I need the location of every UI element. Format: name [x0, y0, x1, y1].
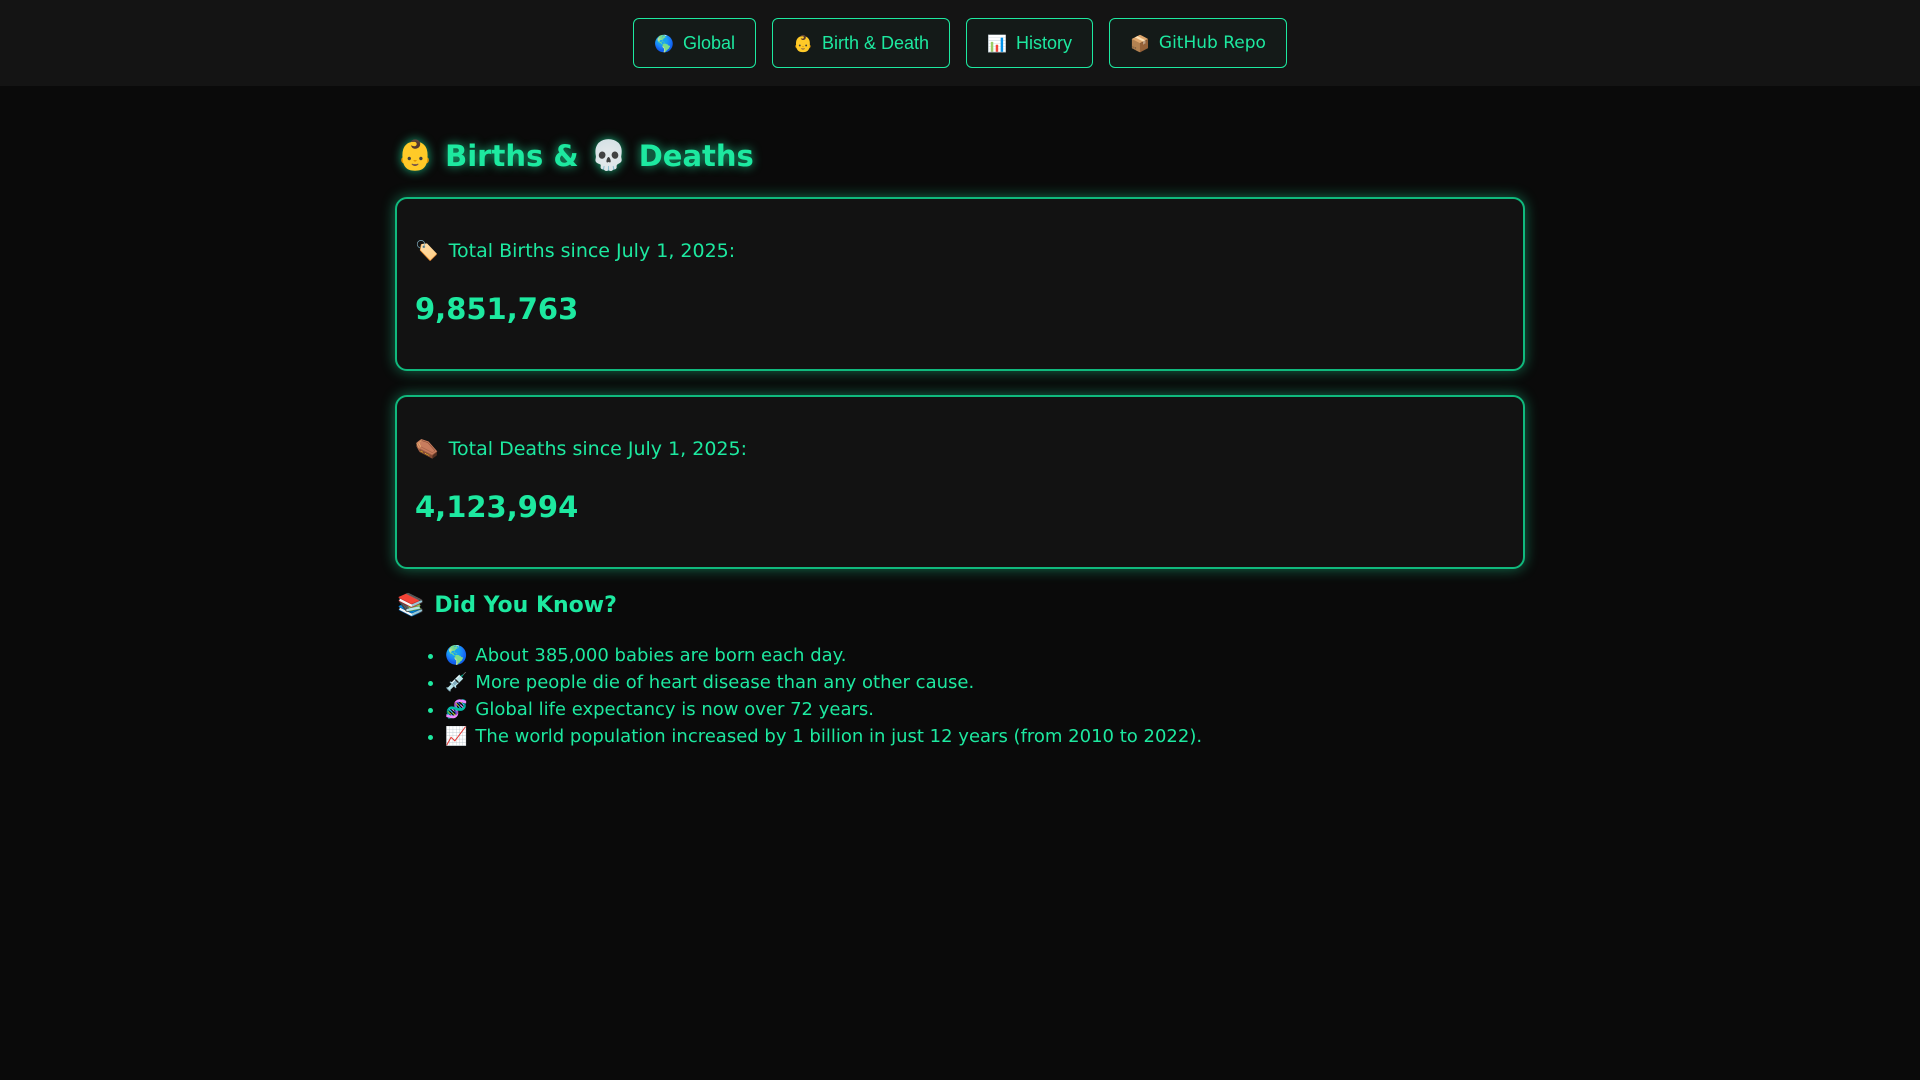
- main-content: 👶 Births & 💀 Deaths 🏷️ Total Births sinc…: [395, 86, 1525, 750]
- fact-item: 🧬 Global life expectancy is now over 72 y…: [445, 696, 1525, 723]
- did-you-know-title: 📚 Did You Know?: [397, 593, 1525, 618]
- page-title-births: Births &: [445, 138, 579, 173]
- fact-text: The world population increased by 1 bill…: [475, 726, 1203, 747]
- nav-birth-death-button[interactable]: 👶 Birth & Death: [772, 18, 951, 68]
- nav-github-repo-button[interactable]: 📦 GitHub Repo: [1108, 18, 1287, 68]
- nav-history-label: History: [1015, 32, 1072, 53]
- births-label-row: 🏷️ Total Births since July 1, 2025:: [415, 239, 1505, 263]
- dna-icon: 🧬: [445, 699, 468, 720]
- nav-birth-death-label: Birth & Death: [821, 32, 930, 53]
- facts-list: 🌎 About 385,000 babies are born each day.…: [395, 642, 1525, 750]
- books-icon: 📚: [397, 593, 425, 618]
- tag-icon: 🏷️: [415, 240, 439, 262]
- chart-increasing-icon: 📈: [445, 726, 468, 747]
- globe-icon: 🌎: [654, 33, 675, 53]
- births-card: 🏷️ Total Births since July 1, 2025: 9,85…: [395, 197, 1525, 371]
- nav-github-label: GitHub Repo: [1158, 33, 1266, 53]
- deaths-card: ⚰️ Total Deaths since July 1, 2025: 4,12…: [395, 395, 1525, 569]
- deaths-label: Total Deaths since July 1, 2025:: [448, 437, 748, 460]
- fact-text: Global life expectancy is now over 72 ye…: [475, 699, 874, 720]
- nav-history-button[interactable]: 📊 History: [966, 18, 1093, 68]
- fact-item: 💉 More people die of heart disease than a…: [445, 669, 1525, 696]
- nav-global-button[interactable]: 🌎 Global: [633, 18, 757, 68]
- baby-icon: 👶: [793, 33, 813, 53]
- fact-text: About 385,000 babies are born each day.: [475, 645, 847, 666]
- package-icon: 📦: [1129, 33, 1150, 53]
- globe-icon: 🌎: [445, 645, 468, 666]
- skull-icon: 💀: [590, 138, 627, 172]
- baby-icon: 👶: [397, 138, 434, 172]
- fact-text: More people die of heart disease than an…: [475, 672, 975, 693]
- syringe-icon: 💉: [445, 672, 468, 693]
- fact-item: 📈 The world population increased by 1 bil…: [445, 723, 1525, 750]
- top-nav: 🌎 Global 👶 Birth & Death 📊 History 📦 Git…: [0, 0, 1920, 86]
- coffin-icon: ⚰️: [415, 438, 439, 460]
- did-you-know-label: Did You Know?: [434, 593, 617, 618]
- page-title: 👶 Births & 💀 Deaths: [397, 138, 1525, 173]
- births-label: Total Births since July 1, 2025:: [448, 239, 736, 262]
- page-title-deaths: Deaths: [638, 138, 754, 173]
- fact-item: 🌎 About 385,000 babies are born each day.: [445, 642, 1525, 669]
- nav-global-label: Global: [683, 32, 736, 53]
- deaths-value: 4,123,994: [415, 490, 579, 524]
- births-value: 9,851,763: [415, 292, 579, 326]
- bar-chart-icon: 📊: [987, 33, 1007, 53]
- deaths-label-row: ⚰️ Total Deaths since July 1, 2025:: [415, 437, 1505, 461]
